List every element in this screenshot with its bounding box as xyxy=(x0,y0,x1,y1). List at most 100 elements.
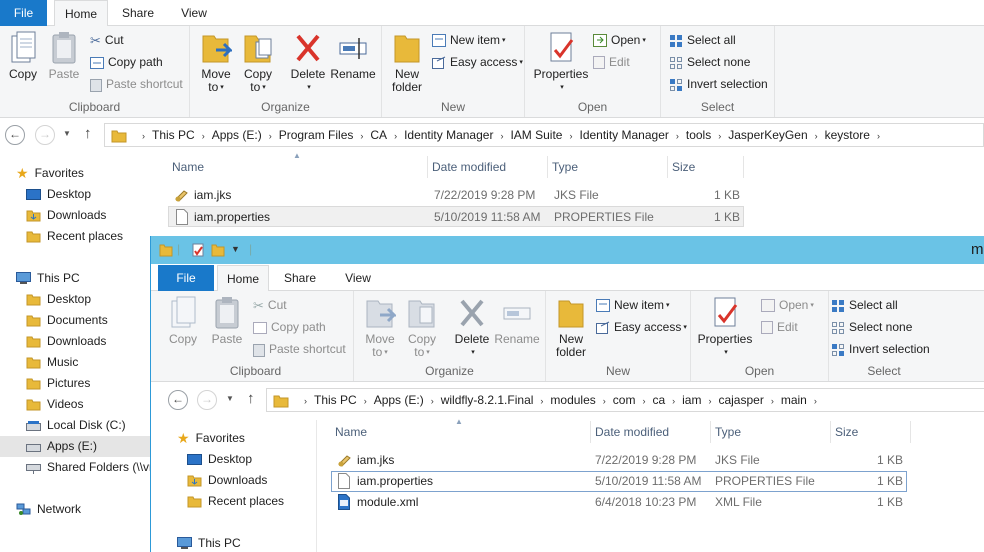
chevron-right-icon[interactable]: › xyxy=(771,390,774,412)
back-button[interactable]: ← xyxy=(5,125,25,145)
nav-pc-desktop[interactable]: Desktop xyxy=(26,289,91,310)
nav-this-pc[interactable]: This PC xyxy=(16,268,80,289)
nav-recent-places[interactable]: Recent places xyxy=(26,226,123,247)
breadcrumb-item[interactable]: main xyxy=(781,389,807,411)
new-folder-qat-icon[interactable] xyxy=(211,243,225,257)
copy-button[interactable]: Copy xyxy=(6,30,40,81)
invert-selection-button[interactable]: Invert selection xyxy=(669,75,768,93)
address-bar[interactable]: › This PC › Apps (E:) › Program Files › CA › Iden… xyxy=(104,123,984,147)
breadcrumb-item[interactable]: Identity Manager xyxy=(404,124,493,146)
up-arrow-icon[interactable]: ↑ xyxy=(84,125,92,142)
file-row[interactable]: module.xml 6/4/2018 10:23 PM XML File 1 … xyxy=(331,492,907,513)
nav-favorites[interactable]: ★ Favorites xyxy=(177,428,245,449)
tab-share[interactable]: Share xyxy=(115,0,161,26)
select-all-button[interactable]: Select all xyxy=(669,31,736,49)
file-row[interactable]: iam.properties 5/10/2019 11:58 AM PROPER… xyxy=(331,471,907,492)
properties-qat-icon[interactable] xyxy=(191,243,205,257)
nav-pictures[interactable]: Pictures xyxy=(26,373,90,394)
select-all-button[interactable]: Select all xyxy=(831,296,898,314)
nav-desktop[interactable]: Desktop xyxy=(187,449,252,470)
cut-button[interactable]: ✂ Cut xyxy=(253,296,287,314)
paste-button[interactable]: Paste xyxy=(46,30,82,81)
chevron-right-icon[interactable]: › xyxy=(603,390,606,412)
new-item-button[interactable]: New item ▾ xyxy=(596,296,670,314)
tab-view[interactable]: View xyxy=(333,265,383,291)
open-button[interactable]: Open ▾ xyxy=(761,296,814,314)
chevron-right-icon[interactable]: › xyxy=(708,390,711,412)
up-arrow-icon[interactable]: ↑ xyxy=(247,390,255,407)
breadcrumb-item[interactable]: IAM Suite xyxy=(510,124,562,146)
tab-home[interactable]: Home xyxy=(54,0,108,27)
tab-file[interactable]: File xyxy=(158,265,214,291)
file-row[interactable]: iam.jks 7/22/2019 9:28 PM JKS File 1 KB xyxy=(168,185,744,206)
chevron-right-icon[interactable]: › xyxy=(364,390,367,412)
easy-access-button[interactable]: Easy access ▾ xyxy=(596,318,687,336)
forward-button[interactable]: → xyxy=(197,390,217,410)
chevron-right-icon[interactable]: › xyxy=(360,125,363,147)
cut-button[interactable]: ✂ Cut xyxy=(90,31,124,49)
new-folder-button[interactable]: New folder xyxy=(388,30,426,94)
breadcrumb-item[interactable]: cajasper xyxy=(718,389,763,411)
select-none-button[interactable]: Select none xyxy=(831,318,912,336)
nav-favorites[interactable]: ★ Favorites xyxy=(16,163,84,184)
properties-button[interactable]: Properties ▾ xyxy=(531,30,591,94)
properties-button[interactable]: Properties ▾ xyxy=(695,295,755,359)
chevron-right-icon[interactable]: › xyxy=(718,125,721,147)
breadcrumb-item[interactable]: wildfly-8.2.1.Final xyxy=(441,389,534,411)
chevron-right-icon[interactable]: › xyxy=(672,390,675,412)
nav-apps-drive[interactable]: Apps (E:) xyxy=(0,436,150,457)
nav-downloads[interactable]: Downloads xyxy=(187,470,267,491)
easy-access-button[interactable]: Easy access ▾ xyxy=(432,53,523,71)
breadcrumb-item[interactable]: CA xyxy=(370,124,387,146)
paste-button[interactable]: Paste xyxy=(208,295,246,346)
nav-shared-folders[interactable]: Shared Folders (\\vm xyxy=(26,457,159,478)
edit-button[interactable]: Edit xyxy=(761,318,798,336)
select-none-button[interactable]: Select none xyxy=(669,53,750,71)
copy-path-button[interactable]: Copy path xyxy=(90,53,163,71)
tab-view[interactable]: View xyxy=(170,0,218,26)
chevron-right-icon[interactable]: › xyxy=(676,125,679,147)
rename-button[interactable]: Rename xyxy=(330,30,376,81)
breadcrumb-item[interactable]: keystore xyxy=(825,124,870,146)
move-to-button[interactable]: Move to ▾ xyxy=(198,30,234,94)
customize-qat-chevron-icon[interactable]: ▼ xyxy=(231,244,240,254)
recent-locations-chevron-icon[interactable]: ▼ xyxy=(63,129,71,138)
paste-shortcut-button[interactable]: Paste shortcut xyxy=(90,75,183,93)
breadcrumb-item[interactable]: iam xyxy=(682,389,701,411)
breadcrumb-item[interactable]: This PC xyxy=(152,124,195,146)
chevron-right-icon[interactable]: › xyxy=(569,125,572,147)
tab-file[interactable]: File xyxy=(0,0,47,26)
delete-button[interactable]: Delete ▾ xyxy=(288,30,328,94)
tab-home[interactable]: Home xyxy=(217,265,269,292)
breadcrumb-item[interactable]: JasperKeyGen xyxy=(728,124,807,146)
address-bar[interactable]: › This PC › Apps (E:) › wildfly-8.2.1.Final › m… xyxy=(266,388,984,412)
chevron-right-icon[interactable]: › xyxy=(540,390,543,412)
nav-this-pc[interactable]: This PC xyxy=(177,533,241,552)
column-header-type[interactable]: Type xyxy=(548,156,668,178)
chevron-right-icon[interactable]: › xyxy=(815,125,818,147)
tab-share[interactable]: Share xyxy=(276,265,324,291)
recent-locations-chevron-icon[interactable]: ▼ xyxy=(226,394,234,403)
column-header-name[interactable]: Name xyxy=(168,156,428,178)
chevron-right-icon[interactable]: › xyxy=(877,125,880,147)
new-item-button[interactable]: New item ▾ xyxy=(432,31,506,49)
column-header-date[interactable]: Date modified xyxy=(591,421,711,443)
nav-videos[interactable]: Videos xyxy=(26,394,83,415)
chevron-right-icon[interactable]: › xyxy=(500,125,503,147)
column-header-size[interactable]: Size xyxy=(668,156,744,178)
copy-path-button[interactable]: Copy path xyxy=(253,318,326,336)
invert-selection-button[interactable]: Invert selection xyxy=(831,340,930,358)
new-folder-button[interactable]: New folder xyxy=(552,295,590,359)
nav-downloads[interactable]: Downloads xyxy=(26,205,106,226)
breadcrumb-item[interactable]: Program Files xyxy=(279,124,354,146)
file-row[interactable]: iam.jks 7/22/2019 9:28 PM JKS File 1 KB xyxy=(331,450,907,471)
breadcrumb-item[interactable]: tools xyxy=(686,124,711,146)
breadcrumb-item[interactable]: This PC xyxy=(314,389,357,411)
breadcrumb-item[interactable]: ca xyxy=(652,389,665,411)
column-header-type[interactable]: Type xyxy=(711,421,831,443)
nav-documents[interactable]: Documents xyxy=(26,310,108,331)
breadcrumb-item[interactable]: Identity Manager xyxy=(579,124,668,146)
nav-network[interactable]: Network xyxy=(16,499,81,520)
chevron-right-icon[interactable]: › xyxy=(394,125,397,147)
breadcrumb-item[interactable]: com xyxy=(613,389,636,411)
